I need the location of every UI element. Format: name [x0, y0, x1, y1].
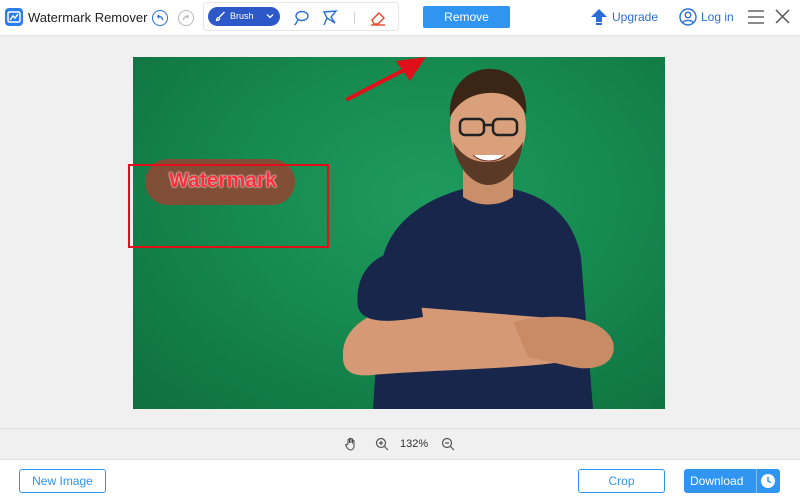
menu-icon[interactable] — [747, 9, 765, 25]
tool-separator — [354, 12, 355, 24]
tool-group: Brush — [203, 2, 399, 31]
canvas-area[interactable]: Watermark — [0, 37, 800, 428]
upgrade-arrow-icon — [591, 9, 607, 25]
zoom-out-icon[interactable] — [441, 437, 455, 451]
brush-label: Brush — [230, 11, 254, 21]
crop-button[interactable]: Crop — [578, 469, 665, 493]
clock-icon[interactable] — [760, 473, 776, 489]
undo-button[interactable] — [152, 10, 168, 26]
app-title: Watermark Remover — [28, 10, 148, 25]
download-label: Download — [690, 474, 744, 488]
redo-button[interactable] — [178, 10, 194, 26]
redo-icon — [182, 14, 189, 21]
remove-button[interactable]: Remove — [423, 6, 510, 28]
login-label: Log in — [701, 10, 734, 24]
undo-icon — [157, 14, 164, 21]
watermark-highlight-box — [128, 164, 329, 248]
download-divider — [756, 469, 757, 493]
upgrade-label: Upgrade — [612, 10, 659, 24]
user-icon — [679, 8, 697, 26]
zoom-bar: 132% — [0, 428, 800, 458]
polygon-lasso-icon[interactable] — [321, 9, 339, 27]
new-image-button[interactable]: New Image — [19, 469, 106, 493]
app-logo-icon — [5, 8, 23, 26]
close-icon[interactable] — [774, 8, 791, 25]
download-button[interactable]: Download — [684, 469, 780, 493]
top-bar: Watermark Remover Brush Remove Upgrade L… — [0, 0, 800, 36]
brush-icon — [215, 11, 225, 22]
eraser-icon[interactable] — [369, 9, 387, 27]
zoom-in-icon[interactable] — [375, 437, 389, 451]
zoom-level: 132% — [400, 438, 429, 450]
lasso-icon[interactable] — [292, 9, 310, 27]
person-figure — [342, 68, 614, 409]
annotation-arrow-icon — [346, 57, 426, 101]
hand-icon[interactable] — [344, 437, 358, 451]
bottom-bar: New Image Crop Download — [0, 459, 800, 499]
chevron-down-icon — [266, 14, 274, 19]
brush-tool-button[interactable]: Brush — [208, 7, 280, 26]
